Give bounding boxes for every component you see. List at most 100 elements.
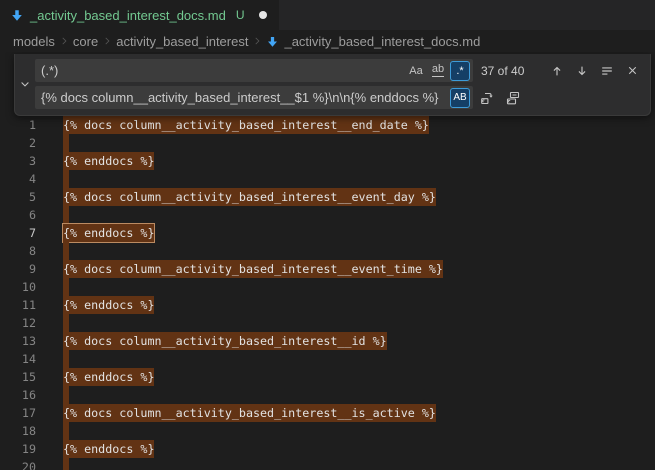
breadcrumb-item-core[interactable]: core xyxy=(73,34,98,49)
line-number: 3 xyxy=(0,152,36,170)
line-text[interactable] xyxy=(63,458,69,470)
code-line[interactable]: 10 xyxy=(0,278,655,296)
replace-input[interactable]: {% docs column__activity_based_interest_… xyxy=(35,86,473,109)
line-number: 10 xyxy=(0,278,36,296)
line-number: 17 xyxy=(0,404,36,422)
line-text[interactable]: {% enddocs %} xyxy=(63,152,154,170)
find-in-selection-button[interactable] xyxy=(597,61,617,81)
close-find-button[interactable] xyxy=(622,61,642,81)
line-number: 16 xyxy=(0,386,36,404)
code-line[interactable]: 16 xyxy=(0,386,655,404)
line-number: 2 xyxy=(0,134,36,152)
line-text[interactable]: {% docs column__activity_based_interest_… xyxy=(63,404,436,422)
arrow-down-icon xyxy=(575,64,589,78)
line-number: 15 xyxy=(0,368,36,386)
line-text[interactable] xyxy=(63,170,69,188)
tab-active-file[interactable]: _activity_based_interest_docs.md U xyxy=(0,0,279,30)
line-text[interactable]: {% enddocs %} xyxy=(63,368,154,386)
code-line[interactable]: 2 xyxy=(0,134,655,152)
chevron-right-icon xyxy=(59,36,69,46)
tab-filename: _activity_based_interest_docs.md xyxy=(30,8,226,23)
editor-pane[interactable]: (.*) Aa ab .* 37 of 40 xyxy=(0,52,655,470)
find-input[interactable]: (.*) Aa ab .* xyxy=(35,59,473,82)
code-line[interactable]: 15 {% enddocs %} xyxy=(0,368,655,386)
match-case-toggle[interactable]: Aa xyxy=(406,61,426,81)
code-line[interactable]: 13{% docs column__activity_based_interes… xyxy=(0,332,655,350)
line-text[interactable]: {% enddocs %} xyxy=(63,224,154,242)
line-number: 9 xyxy=(0,260,36,278)
line-text[interactable] xyxy=(63,242,69,260)
find-match-highlight: {% enddocs %} xyxy=(63,296,154,314)
line-text[interactable]: {% enddocs %} xyxy=(63,440,154,458)
find-match-highlight xyxy=(63,206,69,224)
code-line[interactable]: 7 {% enddocs %} xyxy=(0,224,655,242)
line-number: 14 xyxy=(0,350,36,368)
find-match-highlight xyxy=(63,134,69,152)
line-text[interactable] xyxy=(63,422,69,440)
line-text[interactable] xyxy=(63,314,69,332)
code-line[interactable]: 5{% docs column__activity_based_interest… xyxy=(0,188,655,206)
find-replace-widget: (.*) Aa ab .* 37 of 40 xyxy=(14,54,651,116)
code-line[interactable]: 19 {% enddocs %} xyxy=(0,440,655,458)
tab-bar: _activity_based_interest_docs.md U xyxy=(0,0,655,30)
replace-all-button[interactable] xyxy=(503,88,523,108)
line-number: 11 xyxy=(0,296,36,314)
find-match-highlight: {% docs column__activity_based_interest_… xyxy=(63,260,443,278)
breadcrumb-item-folder[interactable]: activity_based_interest xyxy=(116,34,248,49)
chevron-down-icon xyxy=(19,78,31,90)
code-line[interactable]: 18 xyxy=(0,422,655,440)
code-line[interactable]: 3 {% enddocs %} xyxy=(0,152,655,170)
code-line[interactable]: 6 xyxy=(0,206,655,224)
code-line[interactable]: 14 xyxy=(0,350,655,368)
line-text[interactable]: {% docs column__activity_based_interest_… xyxy=(63,188,436,206)
previous-match-button[interactable] xyxy=(547,61,567,81)
find-match-highlight: {% docs column__activity_based_interest_… xyxy=(63,188,436,206)
line-text[interactable]: {% docs column__activity_based_interest_… xyxy=(63,116,429,134)
find-match-highlight: {% enddocs %} xyxy=(63,368,154,386)
code-area[interactable]: 1{% docs column__activity_based_interest… xyxy=(0,116,655,470)
chevron-right-icon xyxy=(252,36,262,46)
current-find-match: {% enddocs %} xyxy=(63,224,154,242)
code-line[interactable]: 12 xyxy=(0,314,655,332)
find-match-highlight xyxy=(63,242,69,260)
line-text[interactable] xyxy=(63,278,69,296)
breadcrumb-item-models[interactable]: models xyxy=(13,34,55,49)
line-text[interactable] xyxy=(63,206,69,224)
modified-dot-icon[interactable] xyxy=(259,11,267,19)
code-line[interactable]: 11 {% enddocs %} xyxy=(0,296,655,314)
line-text[interactable] xyxy=(63,350,69,368)
line-text[interactable] xyxy=(63,134,69,152)
find-match-highlight xyxy=(63,386,69,404)
replace-button[interactable] xyxy=(477,88,497,108)
whole-word-toggle[interactable]: ab xyxy=(428,61,448,81)
line-text[interactable]: {% docs column__activity_based_interest_… xyxy=(63,332,387,350)
markdown-file-icon xyxy=(10,8,24,22)
code-line[interactable]: 1{% docs column__activity_based_interest… xyxy=(0,116,655,134)
match-count: 37 of 40 xyxy=(481,64,543,78)
find-match-highlight: {% enddocs %} xyxy=(63,152,154,170)
replace-all-icon xyxy=(505,90,521,106)
arrow-up-icon xyxy=(550,64,564,78)
toggle-replace-button[interactable] xyxy=(15,59,35,109)
code-line[interactable]: 9 {% docs column__activity_based_interest… xyxy=(0,260,655,278)
line-number: 19 xyxy=(0,440,36,458)
find-match-highlight xyxy=(63,170,69,188)
line-number: 20 xyxy=(0,458,36,470)
code-line[interactable]: 4 xyxy=(0,170,655,188)
regex-toggle[interactable]: .* xyxy=(450,61,470,81)
find-row: (.*) Aa ab .* 37 of 40 xyxy=(35,59,644,82)
preserve-case-toggle[interactable]: AB xyxy=(450,88,470,108)
close-icon xyxy=(626,64,639,77)
git-status-badge: U xyxy=(236,8,245,22)
code-line[interactable]: 20 xyxy=(0,458,655,470)
line-text[interactable]: {% docs column__activity_based_interest_… xyxy=(63,260,443,278)
breadcrumb-item-file[interactable]: _activity_based_interest_docs.md xyxy=(266,34,480,49)
line-text[interactable] xyxy=(63,386,69,404)
code-line[interactable]: 17 {% docs column__activity_based_interes… xyxy=(0,404,655,422)
replace-value-text: {% docs column__activity_based_interest_… xyxy=(41,90,448,105)
line-text[interactable]: {% enddocs %} xyxy=(63,296,154,314)
next-match-button[interactable] xyxy=(572,61,592,81)
line-number: 8 xyxy=(0,242,36,260)
line-number: 7 xyxy=(0,224,36,242)
code-line[interactable]: 8 xyxy=(0,242,655,260)
